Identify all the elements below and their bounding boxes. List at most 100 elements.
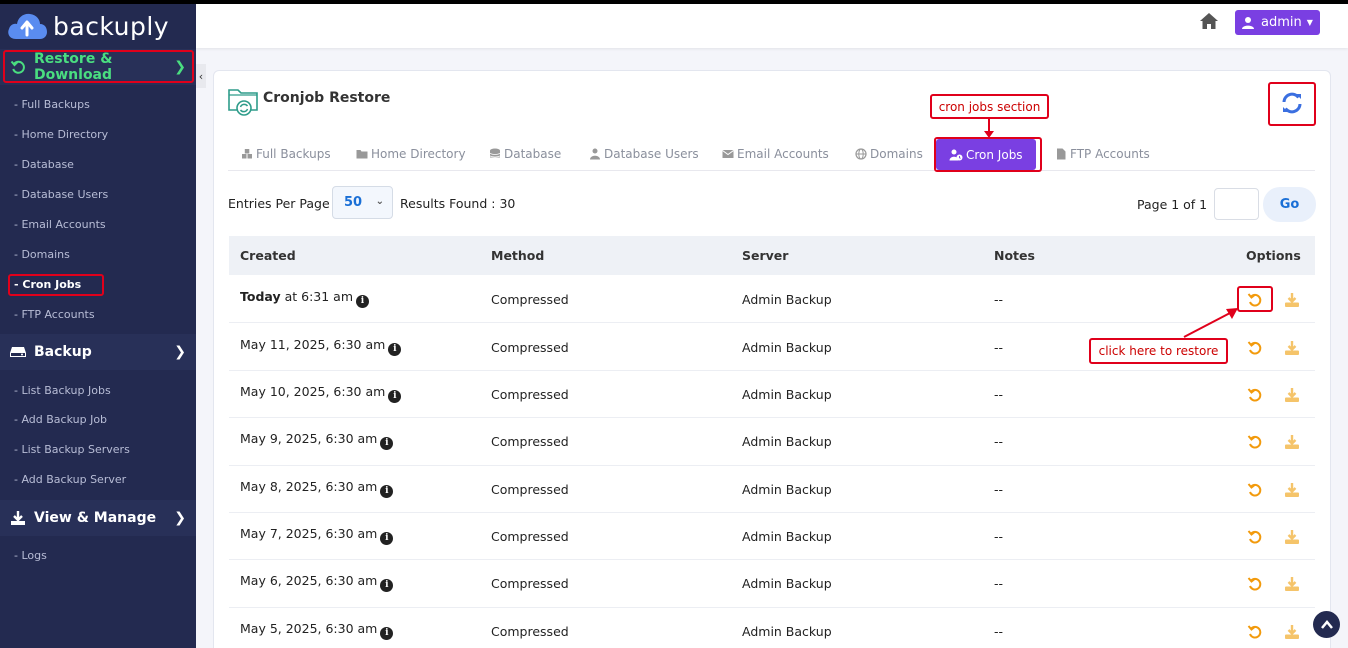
tab-email-accounts[interactable]: Email Accounts	[722, 137, 829, 171]
tab-home-directory[interactable]: Home Directory	[356, 137, 466, 171]
download-icon[interactable]	[1284, 529, 1300, 545]
restore-icon[interactable]	[1247, 340, 1263, 356]
tab-domains[interactable]: Domains	[855, 137, 923, 171]
sidebar-item-database-users[interactable]: - Database Users	[14, 188, 108, 201]
annotation-restore-hint: click here to restore	[1089, 338, 1228, 364]
sidebar-collapse-toggle[interactable]: ‹	[196, 64, 206, 88]
sidebar-item-list-backup-servers[interactable]: - List Backup Servers	[14, 443, 130, 456]
column-header-created: Created	[240, 248, 296, 263]
cell-method: Compressed	[491, 576, 569, 591]
sidebar-item-logs[interactable]: - Logs	[14, 549, 47, 562]
tab-ftp-accounts[interactable]: FTP Accounts	[1055, 137, 1150, 171]
entries-per-page-label: Entries Per Page	[228, 196, 330, 211]
chevron-down-icon: ⌄	[375, 196, 384, 207]
download-icon[interactable]	[1284, 340, 1300, 356]
page-number-input[interactable]	[1214, 188, 1259, 220]
download-icon[interactable]	[1284, 624, 1300, 640]
info-icon[interactable]: i	[388, 343, 402, 356]
restore-icon[interactable]	[1247, 624, 1263, 640]
cell-method: Compressed	[491, 340, 569, 355]
user-menu-button[interactable]: admin ▼	[1235, 10, 1320, 35]
sidebar-item-home-directory[interactable]: - Home Directory	[14, 128, 108, 141]
scroll-to-top-button[interactable]	[1313, 611, 1340, 638]
cell-method: Compressed	[491, 434, 569, 449]
column-header-server: Server	[742, 248, 789, 263]
tab-database-users[interactable]: Database Users	[589, 137, 699, 171]
cell-notes: --	[994, 387, 1004, 402]
annotation-arrow-down-icon	[984, 119, 994, 138]
file-icon	[1057, 148, 1066, 160]
sidebar-section-backup[interactable]: Backup ❯	[0, 334, 196, 370]
info-icon[interactable]: i	[380, 579, 394, 592]
cell-created: May 8, 2025, 6:30 am i	[240, 479, 394, 498]
column-header-notes: Notes	[994, 248, 1035, 263]
sidebar-item-ftp-accounts[interactable]: - FTP Accounts	[14, 308, 95, 321]
refresh-icon[interactable]	[1280, 91, 1304, 115]
cell-method: Compressed	[491, 387, 569, 402]
annotation-arrow-icon	[1183, 308, 1238, 338]
cell-notes: --	[994, 292, 1004, 307]
cell-notes: --	[994, 340, 1004, 355]
restore-icon[interactable]	[1247, 292, 1263, 308]
sidebar-item-list-backup-jobs[interactable]: - List Backup Jobs	[14, 384, 111, 397]
home-icon[interactable]	[1199, 11, 1219, 31]
database-icon	[489, 148, 501, 158]
chevron-right-icon: ❯	[174, 344, 186, 360]
sidebar-item-add-backup-server[interactable]: - Add Backup Server	[14, 473, 126, 486]
cell-created: May 7, 2025, 6:30 am i	[240, 526, 394, 545]
cloud-upload-icon	[8, 13, 47, 39]
cell-method: Compressed	[491, 292, 569, 307]
download-icon	[8, 508, 28, 528]
download-icon[interactable]	[1284, 482, 1300, 498]
cell-server: Admin Backup	[742, 624, 832, 639]
cell-notes: --	[994, 434, 1004, 449]
tab-label: Home Directory	[371, 147, 466, 161]
info-icon[interactable]: i	[356, 295, 369, 308]
cell-created: May 10, 2025, 6:30 am i	[240, 384, 402, 403]
info-icon[interactable]: i	[380, 532, 394, 545]
info-icon[interactable]: i	[380, 627, 394, 640]
annotation-highlight-restore	[3, 50, 194, 83]
sidebar-item-database[interactable]: - Database	[14, 158, 74, 171]
cell-created: May 11, 2025, 6:30 am i	[240, 337, 402, 356]
tab-label: Email Accounts	[737, 147, 829, 161]
go-button[interactable]: Go	[1263, 187, 1316, 222]
created-text: May 8, 2025, 6:30 am	[240, 479, 378, 494]
entries-per-page-select[interactable]: 50 ⌄	[332, 186, 393, 219]
page-info: Page 1 of 1	[1137, 197, 1208, 212]
tab-label: Database Users	[604, 147, 699, 161]
cell-created: May 5, 2025, 6:30 am i	[240, 621, 394, 640]
sidebar-item-add-backup-job[interactable]: - Add Backup Job	[14, 413, 107, 426]
sidebar-item-email-accounts[interactable]: - Email Accounts	[14, 218, 106, 231]
sidebar-item-domains[interactable]: - Domains	[14, 248, 70, 261]
cell-created: May 9, 2025, 6:30 am i	[240, 431, 394, 450]
tab-full-backups[interactable]: Full Backups	[241, 137, 331, 171]
app-name: backuply	[53, 11, 170, 41]
restore-icon[interactable]	[1247, 529, 1263, 545]
info-icon[interactable]: i	[388, 390, 402, 403]
results-count: Results Found : 30	[400, 196, 516, 211]
cell-server: Admin Backup	[742, 576, 832, 591]
download-icon[interactable]	[1284, 292, 1300, 308]
restore-icon[interactable]	[1247, 482, 1263, 498]
created-text: May 9, 2025, 6:30 am	[240, 431, 378, 446]
folder-restore-icon	[228, 89, 258, 116]
download-icon[interactable]	[1284, 576, 1300, 592]
cell-server: Admin Backup	[742, 482, 832, 497]
sidebar-section-view-manage[interactable]: View & Manage ❯	[0, 500, 196, 536]
sidebar-section-label: View & Manage	[34, 510, 157, 526]
cell-server: Admin Backup	[742, 529, 832, 544]
info-icon[interactable]: i	[380, 485, 394, 498]
restore-icon[interactable]	[1247, 576, 1263, 592]
download-icon[interactable]	[1284, 387, 1300, 403]
restore-icon[interactable]	[1247, 434, 1263, 450]
info-icon[interactable]: i	[380, 437, 394, 450]
logo[interactable]: backuply	[6, 6, 169, 46]
cell-server: Admin Backup	[742, 292, 832, 307]
sidebar-item-full-backups[interactable]: - Full Backups	[14, 98, 90, 111]
cell-notes: --	[994, 529, 1004, 544]
created-text: May 10, 2025, 6:30 am	[240, 384, 386, 399]
restore-icon[interactable]	[1247, 387, 1263, 403]
tab-database[interactable]: Database	[489, 137, 561, 171]
download-icon[interactable]	[1284, 434, 1300, 450]
